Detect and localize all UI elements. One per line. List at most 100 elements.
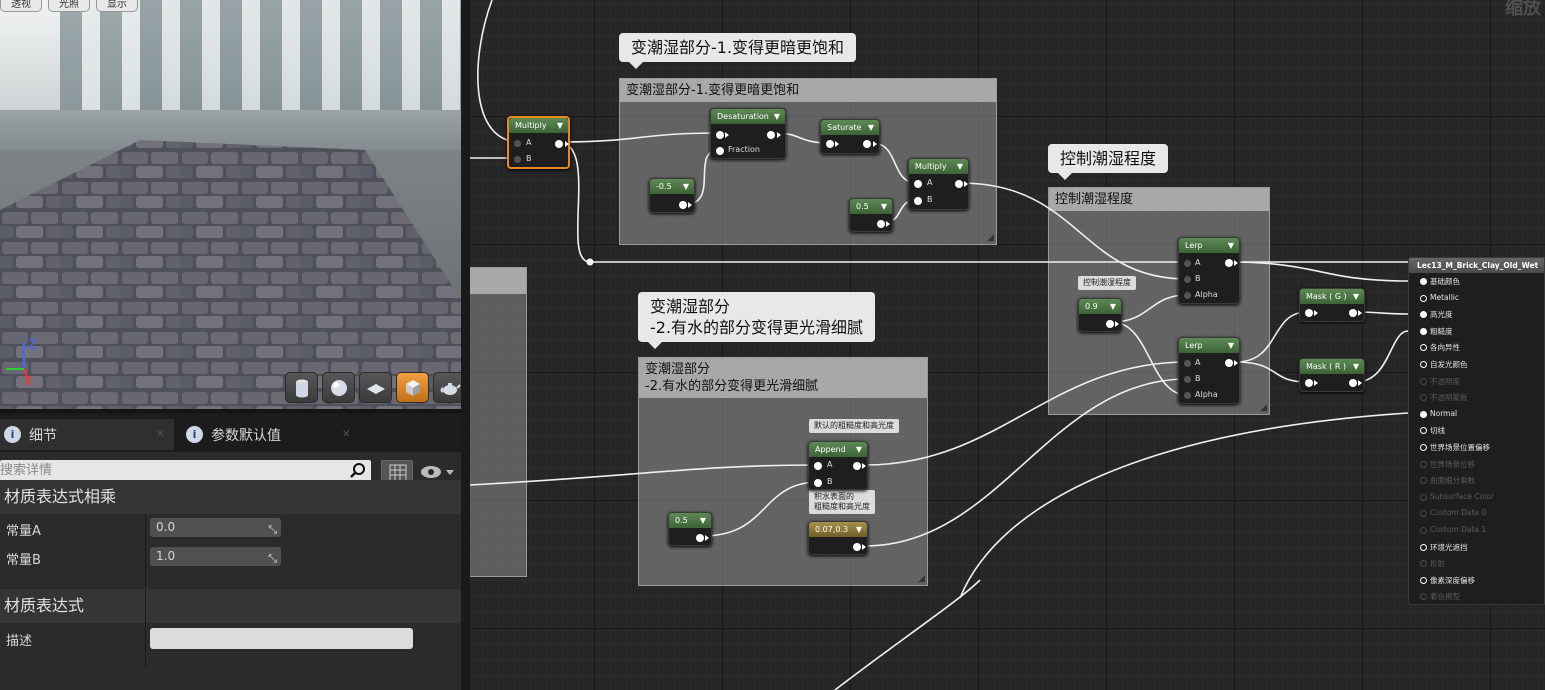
input-pin[interactable] — [1420, 493, 1427, 501]
tab-details[interactable]: i 细节 ✕ — [0, 419, 174, 450]
input-pin[interactable] — [1420, 361, 1427, 368]
result-input-row[interactable]: 基础颜色 — [1409, 274, 1545, 290]
input-pin-alpha[interactable] — [1184, 292, 1191, 299]
node-lerp-2[interactable]: Lerp ▼ A B Alpha — [1178, 337, 1240, 404]
node-lerp-1[interactable]: Lerp ▼ A B Alpha — [1178, 237, 1240, 304]
input-pin[interactable] — [1420, 327, 1427, 335]
input-pin-b[interactable] — [1184, 276, 1191, 283]
resize-handle-icon[interactable]: ◢ — [1260, 403, 1267, 413]
node-saturate[interactable]: Saturate ▼ — [820, 119, 880, 154]
input-pin[interactable] — [1420, 377, 1427, 385]
output-pin[interactable] — [1106, 320, 1114, 328]
node-constant-09[interactable]: 0.9 ▼ — [1078, 298, 1122, 332]
result-input-row[interactable]: Normal — [1409, 407, 1545, 423]
input-pin-a[interactable] — [1184, 360, 1191, 367]
node-comment-water-roughness[interactable]: 积水表面的 粗糙度和高光度 — [809, 490, 875, 514]
node-desaturation[interactable]: Desaturation ▼ Fraction — [710, 108, 786, 159]
comment-box-smooth[interactable]: 变潮湿部分 -2.有水的部分变得更光滑细腻 ◢ — [638, 357, 928, 586]
result-input-row[interactable]: Custom Data 0 — [1409, 506, 1545, 522]
input-pin-fraction[interactable] — [716, 147, 724, 155]
node-constant-vector[interactable]: 0.07,0.3 ▼ — [808, 521, 868, 555]
search-icon[interactable] — [349, 462, 367, 480]
cube-icon[interactable] — [396, 372, 429, 403]
pane-splitter[interactable] — [461, 0, 470, 690]
input-pin-a[interactable] — [814, 462, 822, 470]
result-input-row[interactable]: 世界场景位移 — [1409, 457, 1545, 473]
output-pin[interactable] — [853, 543, 861, 551]
input-pin[interactable] — [826, 140, 834, 148]
section-header-expression[interactable]: 材质表达式 — [0, 589, 461, 623]
result-input-row[interactable]: 不透明蒙版 — [1409, 390, 1545, 406]
node-multiply-1[interactable]: Multiply ▼ A B — [507, 116, 570, 169]
input-pin[interactable] — [1420, 278, 1427, 285]
viewport-perspective-button[interactable]: 透视 — [0, 0, 42, 12]
input-pin[interactable] — [1420, 527, 1427, 534]
output-pin[interactable] — [877, 220, 885, 228]
output-pin[interactable] — [555, 140, 563, 148]
material-preview-viewport[interactable]: 透视 光照 显示 Z X — [0, 0, 461, 409]
material-result-node[interactable]: Lec13_M_Brick_Clay_Old_Wet 基础颜色 Metallic 高… — [1408, 257, 1545, 605]
input-pin-a[interactable] — [914, 180, 922, 188]
output-pin[interactable] — [853, 462, 861, 470]
output-pin[interactable] — [767, 131, 775, 139]
output-pin[interactable] — [1225, 259, 1233, 267]
input-pin[interactable] — [1305, 379, 1313, 387]
output-pin[interactable] — [955, 180, 963, 188]
result-input-row[interactable]: 切线 — [1409, 423, 1545, 439]
input-pin-b[interactable] — [914, 197, 922, 205]
output-pin[interactable] — [863, 140, 871, 148]
node-mask-r[interactable]: Mask ( R ) ▼ — [1299, 358, 1365, 392]
input-pin[interactable] — [1420, 294, 1427, 302]
node-comment-default-roughness[interactable]: 默认的粗糙度和高光度 — [809, 419, 899, 433]
result-input-row[interactable]: 曲面细分乘数 — [1409, 473, 1545, 489]
node-constant-05-a[interactable]: 0.5 ▼ — [849, 198, 893, 232]
node-constant-neg05[interactable]: -0.5 ▼ — [649, 178, 695, 213]
result-input-row[interactable]: 自发光颜色 — [1409, 357, 1545, 373]
comment-bubble-darken[interactable]: 变潮湿部分-1.变得更暗更饱和 — [619, 33, 857, 69]
input-pin[interactable] — [716, 131, 724, 139]
result-input-row[interactable]: Subsurface Color — [1409, 490, 1545, 506]
output-pin[interactable] — [679, 201, 687, 209]
input-pin[interactable] — [1420, 543, 1427, 551]
result-input-row[interactable]: 世界场景位置偏移 — [1409, 440, 1545, 456]
viewport-lighting-button[interactable]: 光照 — [48, 0, 90, 12]
input-pin[interactable] — [1420, 460, 1427, 468]
node-multiply-2[interactable]: Multiply ▼ A B — [908, 158, 969, 210]
input-pin-alpha[interactable] — [1184, 392, 1191, 399]
result-input-row[interactable]: 高光度 — [1409, 307, 1545, 323]
comment-bubble-smooth[interactable]: 变潮湿部分 -2.有水的部分变得更光滑细腻 — [638, 292, 876, 349]
result-input-row[interactable]: 环境光遮挡 — [1409, 540, 1545, 556]
input-pin[interactable] — [1305, 309, 1313, 317]
comment-box-offscreen[interactable] — [470, 267, 527, 577]
input-pin-a[interactable] — [1184, 260, 1191, 267]
plane-icon[interactable] — [359, 372, 392, 403]
result-input-row[interactable]: 像素深度偏移 — [1409, 573, 1545, 589]
result-input-row[interactable]: 着色模型 — [1409, 589, 1545, 605]
input-pin[interactable] — [1420, 394, 1427, 402]
description-input[interactable] — [150, 628, 413, 649]
result-input-row[interactable]: 不透明度 — [1409, 374, 1545, 390]
section-header-multiply[interactable]: 材质表达式相乘 — [0, 480, 461, 514]
details-search-input[interactable]: 搜索详情 — [0, 460, 371, 482]
const-a-field[interactable]: 0.0 ⤡ — [150, 518, 281, 537]
sphere-icon[interactable] — [322, 372, 355, 403]
input-pin[interactable] — [1420, 444, 1427, 451]
close-tab-icon[interactable]: ✕ — [156, 429, 164, 440]
output-pin[interactable] — [696, 534, 704, 542]
input-pin[interactable] — [1420, 593, 1427, 601]
output-pin[interactable] — [1349, 309, 1357, 317]
view-options-button[interactable] — [418, 462, 458, 482]
resize-handle-icon[interactable]: ◢ — [918, 574, 925, 584]
result-input-row[interactable]: Metallic — [1409, 291, 1545, 307]
close-tab-icon[interactable]: ✕ — [342, 429, 350, 440]
teapot-icon[interactable] — [433, 372, 461, 403]
node-mask-g[interactable]: Mask ( G ) ▼ — [1299, 288, 1365, 322]
drag-handle-icon[interactable]: ⤡ — [268, 520, 277, 539]
tab-parameter-defaults[interactable]: i 参数默认值 ✕ — [182, 419, 362, 450]
viewport-show-button[interactable]: 显示 — [96, 0, 138, 12]
input-pin[interactable] — [1420, 510, 1427, 518]
output-pin[interactable] — [1225, 359, 1233, 367]
input-pin[interactable] — [1420, 344, 1427, 352]
node-comment-wet-amount[interactable]: 控制潮湿程度 — [1078, 276, 1136, 290]
drag-handle-icon[interactable]: ⤡ — [268, 549, 277, 568]
